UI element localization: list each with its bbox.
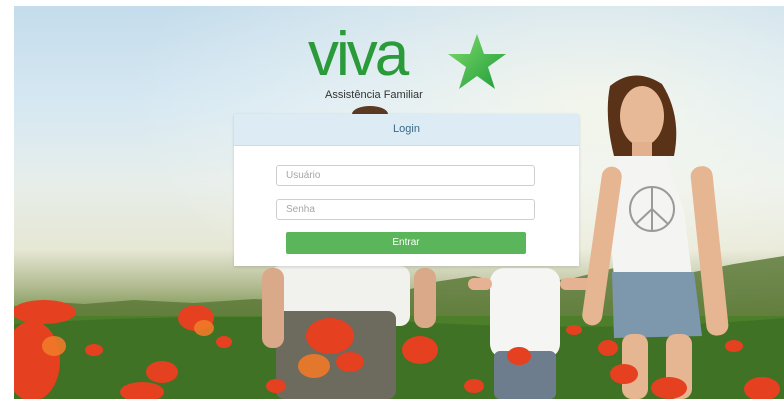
- username-input[interactable]: [276, 165, 535, 186]
- password-input[interactable]: [276, 199, 535, 220]
- login-screen: viva Assistência Familiar Login Entrar: [0, 0, 784, 399]
- brand-logo: viva Assistência Familiar: [308, 24, 508, 106]
- login-panel: Login Entrar: [234, 114, 579, 266]
- login-button[interactable]: Entrar: [286, 232, 526, 254]
- login-title: Login: [393, 123, 420, 135]
- login-panel-header: Login: [234, 114, 579, 146]
- brand-tagline: Assistência Familiar: [325, 89, 423, 101]
- brand-name: viva: [308, 20, 409, 89]
- green-star-icon: [448, 34, 506, 89]
